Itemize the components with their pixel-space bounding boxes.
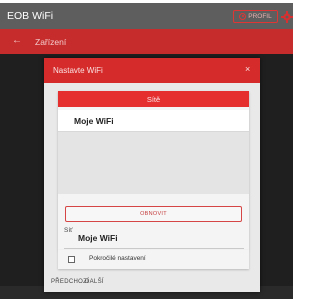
next-button[interactable]: DALŠÍ xyxy=(85,279,104,285)
dialog-footer: PŘEDCHOZÍ DALŠÍ xyxy=(44,276,260,292)
network-list-item[interactable]: Moje WiFi xyxy=(58,110,249,132)
profile-button[interactable]: PROFIL xyxy=(233,10,278,23)
dialog-title: Nastavte WiFi xyxy=(53,66,103,75)
app-title: EOB WiFi xyxy=(7,10,54,22)
advanced-settings-checkbox[interactable] xyxy=(68,256,75,263)
networks-card: Sítě Moje WiFi OBNOVIT Síť Moje WiFi xyxy=(58,91,249,250)
sub-navigation-bar: ← Zařízení xyxy=(0,29,293,54)
network-list-area xyxy=(58,132,249,194)
ssid-underline xyxy=(64,248,244,249)
dialog-header: Nastavte WiFi × xyxy=(44,58,260,83)
networks-header: Sítě xyxy=(58,91,249,107)
ssid-label: Síť xyxy=(64,227,73,234)
user-icon xyxy=(239,13,247,20)
gear-icon[interactable] xyxy=(281,11,293,23)
close-icon[interactable]: × xyxy=(245,64,250,74)
wifi-setup-dialog: Nastavte WiFi × Sítě Moje WiFi OBNOVIT S… xyxy=(44,58,260,292)
ssid-field[interactable]: Síť Moje WiFi xyxy=(58,225,249,249)
previous-button[interactable]: PŘEDCHOZÍ xyxy=(51,279,89,285)
subbar-title: Zařízení xyxy=(35,37,67,47)
network-name: Moje WiFi xyxy=(74,116,114,126)
app-bar: EOB WiFi PROFIL xyxy=(0,3,293,29)
advanced-settings-label: Pokročilé nastavení xyxy=(89,255,146,262)
refresh-button[interactable]: OBNOVIT xyxy=(65,206,242,222)
profile-label: PROFIL xyxy=(248,13,272,20)
arrow-left-icon[interactable]: ← xyxy=(12,35,22,46)
ssid-value: Moje WiFi xyxy=(78,233,118,243)
advanced-settings-row[interactable]: Pokročilé nastavení xyxy=(58,250,249,269)
